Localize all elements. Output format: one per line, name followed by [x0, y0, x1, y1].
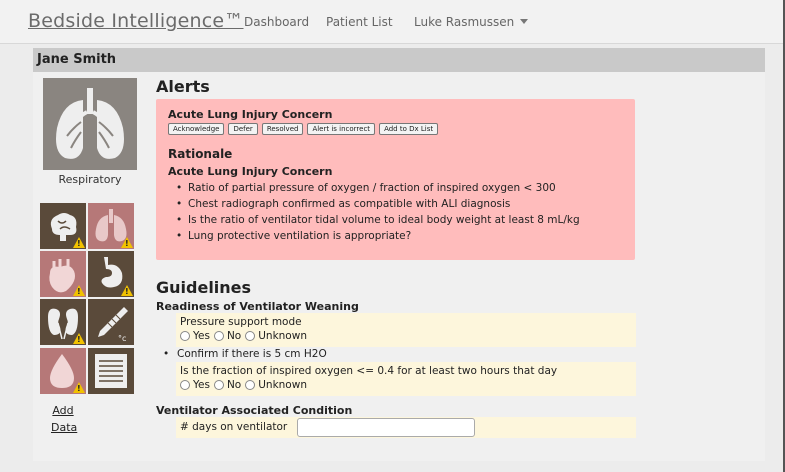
thermometer-icon: °c	[98, 307, 128, 343]
acknowledge-button[interactable]: Acknowledge	[168, 123, 225, 135]
patient-name: Jane Smith	[37, 52, 117, 67]
warning-icon	[73, 285, 85, 296]
alerts-heading: Alerts	[156, 77, 210, 96]
radio-unknown[interactable]: Unknown	[245, 379, 307, 391]
nav-patient-list[interactable]: Patient List	[326, 15, 393, 29]
list-item: Is the ratio of ventilator tidal volume …	[176, 212, 580, 228]
radio-group: Yes No Unknown	[180, 330, 311, 342]
guidelines-heading: Guidelines	[156, 278, 252, 297]
list-item: Ratio of partial pressure of oxygen / fr…	[176, 180, 580, 196]
add-data-line1: Add	[52, 404, 74, 417]
warning-icon	[73, 333, 85, 344]
tile-lungs[interactable]	[88, 203, 134, 249]
lungs-icon	[56, 88, 124, 159]
user-menu[interactable]: Luke Rasmussen	[414, 15, 529, 29]
bullet-confirm: Confirm if there is 5 cm H2O	[163, 348, 327, 360]
radio-circle[interactable]	[180, 331, 190, 341]
radio-label: Unknown	[258, 379, 307, 391]
tile-temperature[interactable]: °c	[88, 299, 134, 345]
radio-label: Yes	[193, 379, 210, 391]
warning-icon	[121, 237, 133, 248]
question-text: Pressure support mode	[180, 316, 302, 328]
days-on-ventilator-input[interactable]	[297, 418, 475, 437]
resolved-button[interactable]: Resolved	[261, 123, 304, 135]
radio-group: Yes No Unknown	[180, 379, 311, 391]
add-data-line2: Data	[51, 421, 78, 434]
patient-card: Jane Smith Respiratory ! ! ! ! ! °c ! Ad…	[33, 48, 765, 461]
list-item: Lung protective ventilation is appropria…	[176, 228, 580, 244]
alert-title: Acute Lung Injury Concern	[168, 108, 333, 121]
brand-link[interactable]: Bedside Intelligence™	[28, 10, 244, 32]
radio-no[interactable]: No	[213, 379, 242, 391]
radio-circle[interactable]	[213, 380, 224, 390]
top-navbar: Bedside Intelligence™ Dashboard Patient …	[0, 0, 785, 44]
user-name: Luke Rasmussen	[414, 15, 515, 29]
radio-circle[interactable]	[245, 331, 256, 341]
patient-header: Jane Smith	[33, 48, 765, 72]
days-label: # days on ventilator	[180, 421, 288, 433]
alert-incorrect-button[interactable]: Alert is incorrect	[307, 123, 376, 135]
question-fio2: Is the fraction of inspired oxygen <= 0.…	[176, 362, 636, 396]
radio-label: Yes	[193, 330, 210, 342]
tile-stomach[interactable]	[88, 251, 134, 297]
radio-yes[interactable]: Yes	[180, 330, 210, 342]
radio-label: No	[226, 379, 242, 391]
question-pressure-support: Pressure support mode Yes No Unknown	[176, 313, 636, 347]
nav-dashboard[interactable]: Dashboard	[244, 15, 309, 29]
main-organ-label: Respiratory	[58, 173, 122, 186]
tile-kidneys[interactable]	[40, 299, 86, 345]
alert-actions: Acknowledge Defer Resolved Alert is inco…	[168, 123, 439, 135]
radio-circle[interactable]	[245, 380, 256, 390]
rationale-heading: Rationale	[168, 147, 233, 161]
warning-icon	[121, 285, 133, 296]
radio-circle[interactable]	[213, 331, 224, 341]
question-text: Is the fraction of inspired oxygen <= 0.…	[180, 365, 558, 377]
radio-label: Unknown	[258, 330, 307, 342]
warning-icon	[73, 237, 85, 248]
weaning-title: Readiness of Ventilator Weaning	[156, 300, 359, 313]
radio-unknown[interactable]: Unknown	[245, 330, 307, 342]
radio-circle[interactable]	[180, 380, 190, 390]
warning-icon	[73, 382, 85, 393]
radio-label: No	[226, 330, 242, 342]
add-data-link[interactable]: Add Data	[51, 402, 78, 436]
tile-blood[interactable]	[40, 348, 86, 394]
tile-notes[interactable]	[88, 348, 134, 394]
rationale-list: Ratio of partial pressure of oxygen / fr…	[176, 180, 580, 244]
respiratory-organ-image[interactable]	[43, 78, 137, 170]
vac-title: Ventilator Associated Condition	[156, 404, 353, 417]
add-to-dx-list-button[interactable]: Add to Dx List	[379, 123, 439, 135]
list-item: Chest radiograph confirmed as compatible…	[176, 196, 580, 212]
tile-heart[interactable]	[40, 251, 86, 297]
notes-icon	[95, 354, 127, 388]
alert-panel: Acute Lung Injury Concern Acknowledge De…	[156, 99, 635, 260]
defer-button[interactable]: Defer	[228, 123, 258, 135]
caret-down-icon	[520, 19, 529, 24]
radio-yes[interactable]: Yes	[180, 379, 210, 391]
days-on-ventilator-row: # days on ventilator	[176, 417, 636, 438]
rationale-title: Acute Lung Injury Concern	[168, 165, 333, 178]
radio-no[interactable]: No	[213, 330, 242, 342]
tile-brain[interactable]	[40, 203, 86, 249]
svg-text:°c: °c	[118, 334, 126, 343]
